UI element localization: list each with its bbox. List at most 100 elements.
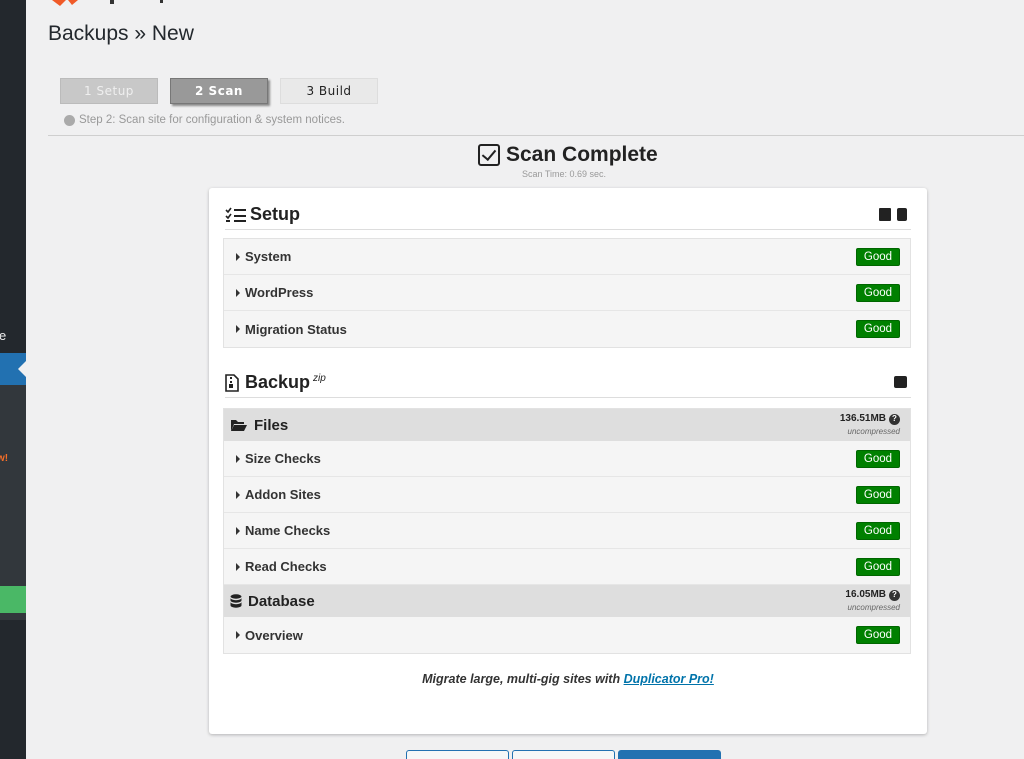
tasks-list-icon (225, 207, 246, 222)
status-badge: Good (856, 557, 900, 576)
row-label-text: System (245, 249, 292, 264)
files-size-value: 136.51MB? (839, 413, 900, 425)
files-size-text: 136.51MB (839, 413, 886, 424)
scan-time: Scan Time: 0.69 sec. (522, 169, 607, 179)
sidebar-text-fragment: e (0, 328, 7, 343)
files-size: 136.51MB? uncompressed (839, 413, 900, 437)
back-button[interactable] (406, 750, 509, 759)
files-row-name-checks[interactable]: Name Checks Good (224, 513, 910, 549)
database-group-header[interactable]: Database 16.05MB? uncompressed (224, 585, 910, 617)
scan-header: Scan Complete (478, 143, 658, 167)
files-group-header[interactable]: Files 136.51MB? uncompressed (224, 409, 910, 441)
backup-section-icons (894, 376, 907, 388)
scan-title: Scan Complete (506, 143, 658, 166)
setup-row-system[interactable]: System Good (224, 239, 910, 275)
promo-text-body: Migrate large, multi-gig sites with (422, 672, 624, 686)
admin-sidebar: e w! (0, 0, 26, 759)
row-label-text: Name Checks (245, 523, 331, 538)
row-label-text: Addon Sites (245, 487, 321, 502)
row-label-overview: Overview (236, 628, 303, 643)
row-label-size-checks: Size Checks (236, 451, 321, 466)
database-size-value: 16.05MB? (845, 589, 900, 601)
question-circle-icon[interactable]: ? (889, 413, 900, 425)
setup-row-migration-status[interactable]: Migration Status Good (224, 311, 910, 347)
setup-row-wordpress[interactable]: WordPress Good (224, 275, 910, 311)
question-circle-icon[interactable]: ? (889, 589, 900, 601)
sidebar-orange-fragment: w! (0, 453, 9, 464)
backup-title: Backup zip (245, 372, 326, 393)
duplicator-logo-icon (52, 0, 163, 6)
files-row-read-checks[interactable]: Read Checks Good (224, 549, 910, 585)
file-code-icon[interactable] (897, 208, 907, 221)
files-group-title: Files (230, 417, 288, 434)
files-size-note: uncompressed (847, 426, 900, 436)
sidebar-green-item[interactable] (0, 586, 26, 613)
wordpress-icon (64, 114, 75, 126)
database-title-text: Database (248, 592, 315, 610)
caret-right-icon (236, 454, 240, 463)
header-divider (48, 135, 1024, 136)
step-setup[interactable]: 1 Setup (60, 78, 158, 104)
backup-title-text: Backup (245, 372, 311, 392)
row-label-migration-status: Migration Status (236, 322, 347, 337)
microchip-icon[interactable] (879, 208, 891, 221)
database-icon (230, 594, 242, 608)
wizard-steps: 1 Setup 2 Scan 3 Build (60, 78, 378, 104)
check-square-icon (478, 144, 500, 166)
caret-right-icon (236, 325, 240, 333)
status-badge: Good (856, 485, 900, 504)
promo-text: Migrate large, multi-gig sites with Dupl… (209, 672, 927, 686)
status-badge: Good (856, 449, 900, 468)
step-scan[interactable]: 2 Scan (170, 78, 268, 104)
row-label-wordpress: WordPress (236, 285, 313, 300)
status-badge: Good (856, 626, 900, 644)
caret-right-icon (236, 526, 240, 535)
status-badge: Good (856, 247, 900, 266)
step-description-text: Step 2: Scan site for configuration & sy… (79, 114, 345, 126)
folder-open-icon (231, 420, 247, 431)
row-label-text: Read Checks (245, 559, 327, 574)
file-archive-icon (225, 373, 239, 392)
sidebar-submenu: w! (0, 385, 26, 620)
scan-results-card: Setup System Good WordPress Good Migrati… (209, 188, 927, 734)
status-badge: Good (856, 521, 900, 540)
row-label-text: WordPress (245, 285, 314, 300)
files-row-size-checks[interactable]: Size Checks Good (224, 441, 910, 477)
caret-right-icon (236, 631, 240, 639)
row-label-text: Migration Status (245, 321, 347, 337)
status-badge: Good (856, 283, 900, 302)
setup-rows: System Good WordPress Good Migration Sta… (223, 238, 911, 348)
row-label-read-checks: Read Checks (236, 559, 327, 574)
backup-rows: Files 136.51MB? uncompressed Size Checks… (223, 408, 911, 654)
status-badge: Good (856, 320, 900, 338)
row-label-addon-sites: Addon Sites (236, 487, 321, 502)
files-row-addon-sites[interactable]: Addon Sites Good (224, 477, 910, 513)
setup-section-header: Setup (225, 200, 911, 230)
row-label-text: Overview (245, 627, 303, 643)
duplicator-pro-link[interactable]: Duplicator Pro! (624, 672, 714, 686)
caret-right-icon (236, 490, 240, 499)
row-label-name-checks: Name Checks (236, 523, 330, 538)
rescan-button[interactable] (512, 750, 615, 759)
database-row-overview[interactable]: Overview Good (224, 617, 910, 653)
setup-title: Setup (250, 204, 301, 224)
backup-format: zip (313, 373, 326, 384)
database-size-text: 16.05MB (845, 589, 886, 600)
caret-right-icon (236, 562, 240, 571)
database-group-title: Database (230, 593, 315, 610)
sidebar-current-arrow-icon (18, 361, 26, 377)
caret-right-icon (236, 252, 240, 261)
database-size-note: uncompressed (847, 602, 900, 612)
row-label-text: Size Checks (245, 451, 321, 466)
backup-section-header: Backup zip (225, 368, 911, 398)
archive-box-icon[interactable] (894, 376, 907, 388)
caret-right-icon (236, 288, 240, 297)
page-title: Backups » New (48, 22, 194, 45)
setup-section-icons (879, 208, 907, 221)
next-button[interactable] (618, 750, 721, 759)
step-build[interactable]: 3 Build (280, 78, 378, 104)
files-title-text: Files (254, 416, 289, 434)
step-description: Step 2: Scan site for configuration & sy… (64, 114, 345, 126)
row-label-system: System (236, 249, 291, 264)
database-size: 16.05MB? uncompressed (845, 589, 900, 613)
